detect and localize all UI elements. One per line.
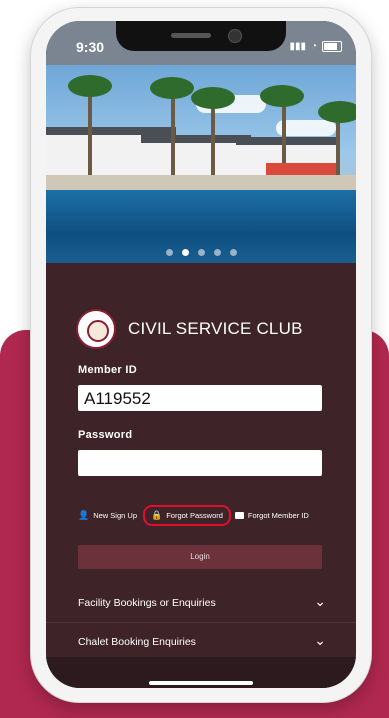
speaker-icon (171, 33, 211, 38)
palm-leaves (260, 85, 304, 107)
pool-deck (46, 175, 356, 191)
palm-leaves (150, 77, 194, 99)
phone-frame: 9:30 ▮▮▮ ◔ CIVIL SERVICE CLUB Member ID … (31, 8, 371, 702)
carousel-dot[interactable] (229, 249, 237, 256)
palm-leaves (318, 101, 356, 123)
palm-trunk (171, 87, 175, 177)
camera-icon (228, 29, 242, 43)
palm-trunk (88, 85, 92, 177)
status-bar: 9:30 ▮▮▮ ◔ (46, 21, 356, 65)
accordion-title: Chalet Booking Enquiries (78, 636, 196, 648)
account-links: 👤 New Sign Up 🔒 Forgot Password Forgot M… (78, 505, 338, 526)
battery-icon (322, 41, 342, 52)
id-card-icon (234, 512, 244, 519)
carousel-dot[interactable] (213, 249, 221, 256)
password-input[interactable] (78, 450, 322, 476)
accordion-title: Facility Bookings or Enquiries (78, 597, 216, 609)
hero-carousel[interactable] (46, 65, 356, 263)
status-icons: ▮▮▮ ◔ (289, 41, 342, 52)
wifi-icon: ◔ (310, 41, 317, 52)
palm-leaves (68, 75, 112, 97)
password-label: Password (78, 429, 133, 441)
brand-header: CIVIL SERVICE CLUB (76, 309, 303, 349)
status-time: 9:30 (76, 39, 105, 55)
member-id-label: Member ID (78, 364, 137, 376)
lock-icon: 🔒 (151, 510, 163, 520)
chevron-down-icon: ⌄ (314, 632, 326, 648)
carousel-dot[interactable] (181, 249, 189, 256)
forgot-member-id-link[interactable]: Forgot Member ID (234, 511, 309, 520)
new-signup-link[interactable]: 👤 New Sign Up (78, 510, 137, 521)
forgot-password-link[interactable]: 🔒 Forgot Password (143, 505, 231, 526)
signal-icon: ▮▮▮ (289, 41, 306, 52)
carousel-dot[interactable] (165, 249, 173, 256)
carousel-dot[interactable] (197, 249, 205, 256)
login-button[interactable]: Login (78, 545, 322, 569)
accordion-chalet-bookings[interactable]: Chalet Booking Enquiries ⌄ (46, 622, 356, 662)
chevron-down-icon: ⌄ (314, 593, 326, 609)
carousel-dots (46, 249, 356, 256)
club-name: CIVIL SERVICE CLUB (128, 319, 303, 338)
club-logo (76, 309, 116, 349)
new-signup-label: New Sign Up (93, 511, 137, 520)
member-id-input[interactable]: A119552 (78, 385, 322, 411)
forgot-password-label: Forgot Password (166, 511, 223, 520)
notch (116, 21, 286, 51)
user-plus-icon: 👤 (78, 510, 90, 520)
app-screen: 9:30 ▮▮▮ ◔ CIVIL SERVICE CLUB Member ID … (46, 21, 356, 688)
home-indicator[interactable] (149, 681, 253, 685)
forgot-member-id-label: Forgot Member ID (247, 511, 309, 520)
palm-leaves (191, 87, 235, 109)
accordion-facility-bookings[interactable]: Facility Bookings or Enquiries ⌄ (46, 583, 356, 623)
